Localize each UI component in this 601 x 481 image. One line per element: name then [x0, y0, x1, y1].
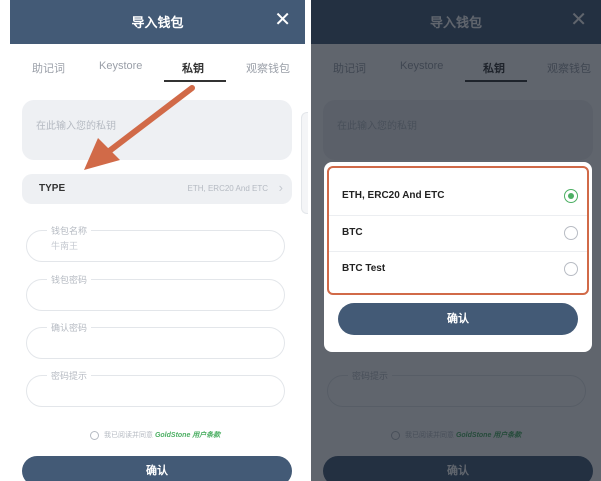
active-tab-underline	[164, 80, 226, 82]
terms-link[interactable]: GoldStone 用户条款	[155, 432, 220, 439]
type-option-eth[interactable]: ETH, ERC20 And ETC	[329, 179, 587, 215]
radio-unchecked-icon	[564, 262, 578, 276]
password-hint-label: 密码提示	[47, 369, 92, 382]
private-key-input[interactable]: 在此输入您的私钥	[22, 100, 292, 160]
page-title: 导入钱包	[131, 15, 184, 30]
tab-mnemonic[interactable]: 助记词	[32, 60, 65, 76]
type-label: TYPE	[39, 183, 66, 194]
wallet-name-field[interactable]: 钱包名称 牛南王	[26, 224, 285, 262]
agreement-text: 我已阅读并同意	[104, 432, 153, 439]
close-icon[interactable]: ✕	[274, 9, 291, 31]
radio-checked-icon	[564, 189, 578, 203]
import-wallet-screen: 导入钱包 ✕ 助记词 Keystore 私钥 观察钱包 在此输入您的私钥 TYP…	[10, 0, 305, 481]
type-option-label: BTC Test	[342, 263, 386, 274]
tab-watch-wallet[interactable]: 观察钱包	[246, 60, 290, 76]
wallet-name-label: 钱包名称	[47, 224, 92, 237]
type-option-btc-test[interactable]: BTC Test	[329, 251, 587, 287]
type-value: ETH, ERC20 And ETC	[187, 184, 268, 193]
agreement-row: 我已阅读并同意 GoldStone 用户条款	[90, 430, 220, 440]
password-label: 钱包密码	[47, 273, 92, 286]
confirm-button[interactable]: 确认	[22, 456, 292, 481]
tab-private-key[interactable]: 私钥	[182, 60, 204, 76]
dialog-confirm-button[interactable]: 确认	[338, 303, 578, 335]
private-key-placeholder: 在此输入您的私钥	[36, 121, 116, 132]
type-options-list: ETH, ERC20 And ETC BTC BTC Test	[327, 166, 589, 295]
radio-unchecked-icon	[564, 226, 578, 240]
tab-bar: 助记词 Keystore 私钥 观察钱包	[10, 60, 305, 84]
type-option-btc[interactable]: BTC	[329, 215, 587, 251]
type-selector[interactable]: TYPE ETH, ERC20 And ETC ›	[22, 174, 292, 204]
password-field[interactable]: 钱包密码	[26, 273, 285, 311]
chevron-right-icon: ›	[278, 180, 283, 195]
confirm-password-field[interactable]: 确认密码	[26, 321, 285, 359]
import-wallet-screen-with-type-dialog: 导入钱包 ✕ 助记词 Keystore 私钥 观察钱包 在此输入您的私钥 密码提…	[311, 0, 601, 481]
wallet-name-value: 牛南王	[51, 241, 79, 251]
title-bar: 导入钱包 ✕	[10, 0, 305, 44]
scroll-edge-hint	[301, 112, 308, 214]
type-option-label: BTC	[342, 227, 363, 238]
tab-keystore[interactable]: Keystore	[99, 60, 142, 72]
type-select-dialog: ETH, ERC20 And ETC BTC BTC Test 确认	[324, 162, 592, 352]
password-hint-field[interactable]: 密码提示	[26, 369, 285, 407]
type-option-label: ETH, ERC20 And ETC	[342, 190, 445, 201]
confirm-password-label: 确认密码	[47, 321, 92, 334]
agreement-checkbox[interactable]	[90, 430, 99, 440]
